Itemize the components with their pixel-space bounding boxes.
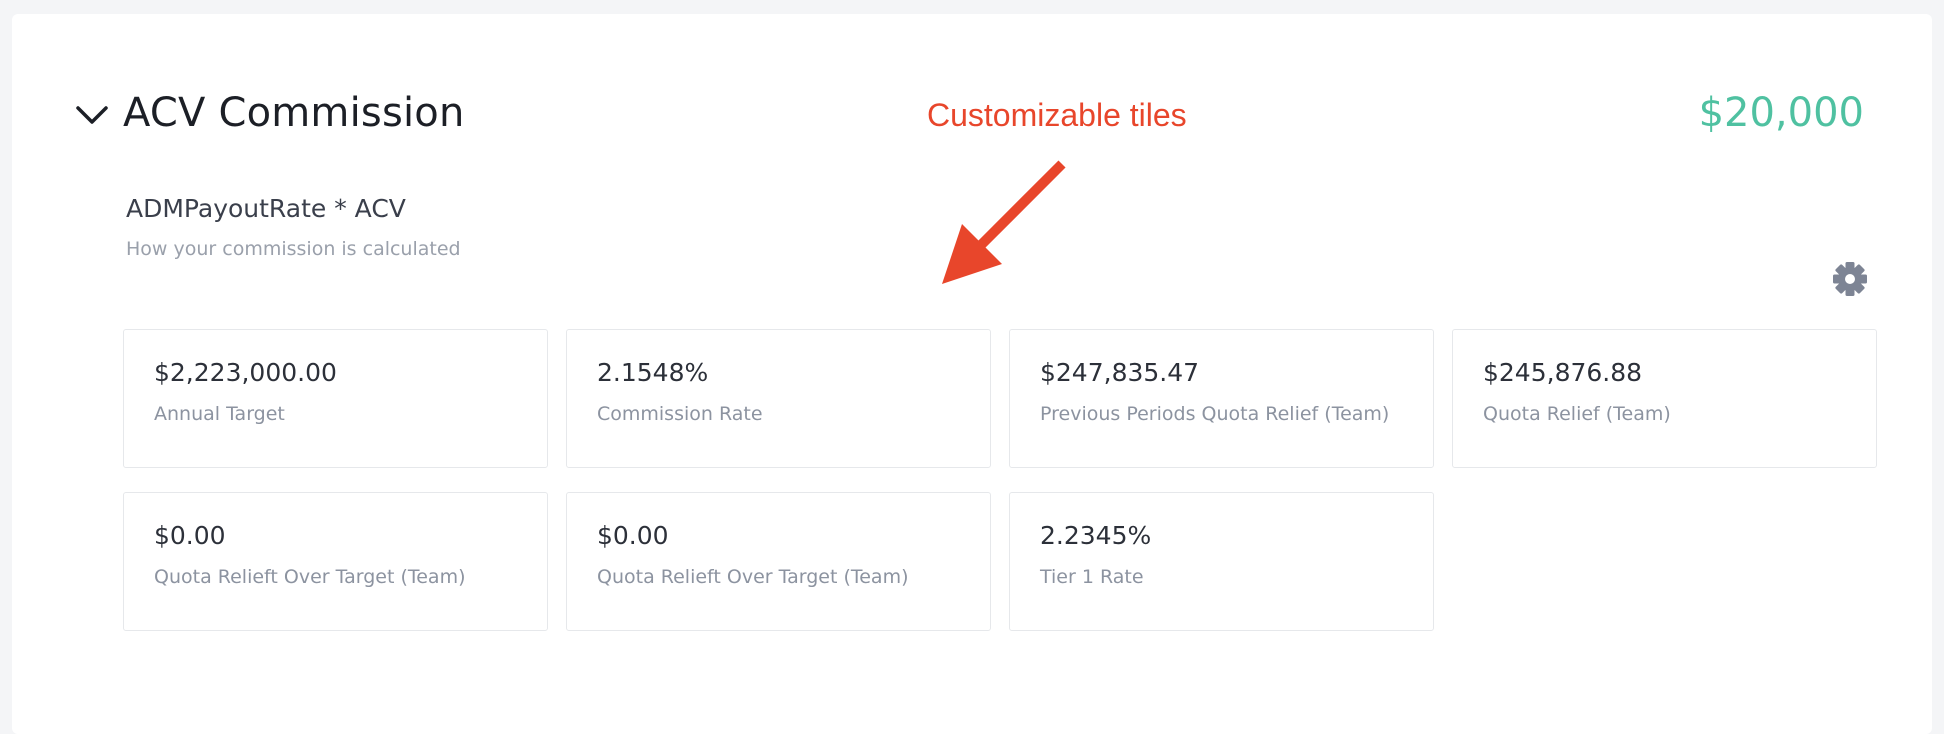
tile-value: $245,876.88	[1483, 358, 1643, 387]
tile-value: $247,835.47	[1040, 358, 1200, 387]
commission-total: $20,000	[1698, 90, 1864, 136]
chevron-down-icon[interactable]	[62, 96, 122, 136]
tile-quota-over-target-1[interactable]: $0.00 Quota Relieft Over Target (Team)	[123, 492, 548, 631]
tile-label: Previous Periods Quota Relief (Team)	[1040, 403, 1390, 425]
tile-label: Tier 1 Rate	[1040, 566, 1144, 588]
tile-value: $2,223,000.00	[154, 358, 337, 387]
tile-previous-periods-quota-relief[interactable]: $247,835.47 Previous Periods Quota Relie…	[1009, 329, 1434, 468]
annotation-label: Customizable tiles	[927, 97, 1187, 133]
tile-label: Quota Relief (Team)	[1483, 403, 1671, 425]
tile-label: Quota Relieft Over Target (Team)	[597, 566, 909, 588]
tile-label: Commission Rate	[597, 403, 763, 425]
tile-tier-1-rate[interactable]: 2.2345% Tier 1 Rate	[1009, 492, 1434, 631]
tile-quota-relief[interactable]: $245,876.88 Quota Relief (Team)	[1452, 329, 1877, 468]
commission-card: ACV Commission Customizable tiles $20,00…	[12, 14, 1932, 734]
tile-label: Annual Target	[154, 403, 285, 425]
annotation-arrow-icon	[942, 160, 1066, 284]
tile-value: $0.00	[597, 521, 669, 550]
formula-caption: How your commission is calculated	[126, 238, 461, 260]
tiles-grid: $2,223,000.00 Annual Target 2.1548% Comm…	[123, 329, 1877, 631]
tile-label: Quota Relieft Over Target (Team)	[154, 566, 466, 588]
tile-annual-target[interactable]: $2,223,000.00 Annual Target	[123, 329, 548, 468]
tile-value: 2.1548%	[597, 358, 709, 387]
tile-value: $0.00	[154, 521, 226, 550]
section-title: ACV Commission	[123, 90, 465, 136]
tile-quota-over-target-2[interactable]: $0.00 Quota Relieft Over Target (Team)	[566, 492, 991, 631]
tile-value: 2.2345%	[1040, 521, 1152, 550]
commission-formula: ADMPayoutRate * ACV	[126, 194, 406, 223]
gear-icon[interactable]	[1830, 259, 1870, 299]
tile-commission-rate[interactable]: 2.1548% Commission Rate	[566, 329, 991, 468]
